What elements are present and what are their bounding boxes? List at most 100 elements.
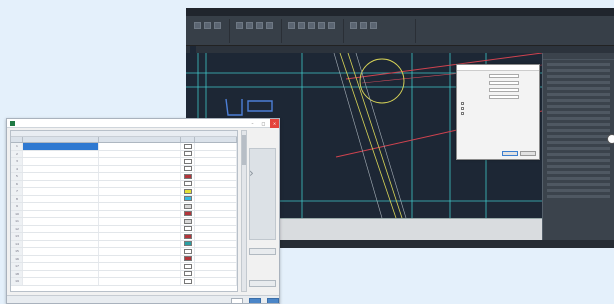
name-cell[interactable] <box>23 143 99 150</box>
linetype-cell[interactable] <box>195 270 237 277</box>
table-row[interactable]: 16 <box>11 255 237 263</box>
linetype-cell[interactable] <box>195 210 237 217</box>
value-cell[interactable] <box>99 255 181 262</box>
table-row[interactable]: 1 <box>11 143 237 151</box>
column-header[interactable] <box>23 137 99 142</box>
name-cell[interactable] <box>23 270 99 277</box>
value-cell[interactable] <box>99 278 181 285</box>
color-cell[interactable] <box>181 270 195 277</box>
color-swatch[interactable] <box>184 181 192 187</box>
value-cell[interactable] <box>99 210 181 217</box>
color-swatch[interactable] <box>184 188 192 194</box>
value-cell[interactable] <box>99 195 181 202</box>
value-cell[interactable] <box>99 188 181 195</box>
palette-row[interactable] <box>547 141 610 144</box>
value-cell[interactable] <box>99 143 181 150</box>
color-cell[interactable] <box>181 173 195 180</box>
linetype-cell[interactable] <box>195 225 237 232</box>
name-cell[interactable] <box>23 165 99 172</box>
color-swatch[interactable] <box>184 233 192 239</box>
color-swatch[interactable] <box>184 173 192 179</box>
palette-row[interactable] <box>547 123 610 126</box>
name-cell[interactable] <box>23 248 99 255</box>
row-number[interactable]: 12 <box>11 225 23 232</box>
color-cell[interactable] <box>181 158 195 165</box>
linetype-cell[interactable] <box>195 278 237 285</box>
color-cell[interactable] <box>181 240 195 247</box>
linetype-cell[interactable] <box>195 233 237 240</box>
table-row[interactable]: 7 <box>11 188 237 196</box>
ribbon-tool-icon[interactable] <box>298 22 305 29</box>
row-number[interactable]: 17 <box>11 263 23 270</box>
color-swatch[interactable] <box>184 248 192 254</box>
row-number[interactable]: 4 <box>11 165 23 172</box>
table-row[interactable]: 14 <box>11 240 237 248</box>
palette-row[interactable] <box>547 63 610 66</box>
dialog-checkbox[interactable] <box>461 107 535 110</box>
palette-row[interactable] <box>547 87 610 90</box>
color-swatch[interactable] <box>184 166 192 172</box>
row-number[interactable]: 18 <box>11 270 23 277</box>
color-cell[interactable] <box>181 248 195 255</box>
palette-row[interactable] <box>547 165 610 168</box>
linetype-cell[interactable] <box>195 240 237 247</box>
color-swatch[interactable] <box>184 256 192 262</box>
linetype-cell[interactable] <box>195 158 237 165</box>
name-cell[interactable] <box>23 180 99 187</box>
linetype-cell[interactable] <box>195 173 237 180</box>
row-number[interactable]: 6 <box>11 180 23 187</box>
table-row[interactable]: 2 <box>11 150 237 158</box>
value-cell[interactable] <box>99 248 181 255</box>
table-row[interactable]: 5 <box>11 173 237 181</box>
color-cell[interactable] <box>181 255 195 262</box>
palette-row[interactable] <box>547 195 610 198</box>
name-cell[interactable] <box>23 158 99 165</box>
table-row[interactable]: 6 <box>11 180 237 188</box>
row-number[interactable]: 8 <box>11 195 23 202</box>
row-number[interactable]: 13 <box>11 233 23 240</box>
color-swatch[interactable] <box>184 151 192 157</box>
table-row[interactable]: 9 <box>11 203 237 211</box>
dialog-field[interactable] <box>489 88 519 92</box>
linetype-cell[interactable] <box>195 203 237 210</box>
row-number[interactable]: 16 <box>11 255 23 262</box>
table-row[interactable]: 13 <box>11 233 237 241</box>
name-cell[interactable] <box>23 240 99 247</box>
color-cell[interactable] <box>181 195 195 202</box>
name-cell[interactable] <box>23 188 99 195</box>
table-row[interactable]: 18 <box>11 270 237 278</box>
palette-row[interactable] <box>547 117 610 120</box>
column-header[interactable] <box>181 137 195 142</box>
ribbon-tool-icon[interactable] <box>204 22 211 29</box>
value-cell[interactable] <box>99 225 181 232</box>
checkbox-icon[interactable] <box>461 102 464 105</box>
linetype-cell[interactable] <box>195 143 237 150</box>
color-cell[interactable] <box>181 225 195 232</box>
value-cell[interactable] <box>99 233 181 240</box>
cancel-button[interactable] <box>520 151 536 156</box>
checkbox-icon[interactable] <box>461 112 464 115</box>
palette-row[interactable] <box>547 99 610 102</box>
value-cell[interactable] <box>99 165 181 172</box>
row-number[interactable]: 3 <box>11 158 23 165</box>
name-cell[interactable] <box>23 150 99 157</box>
color-cell[interactable] <box>181 188 195 195</box>
color-swatch[interactable] <box>184 263 192 269</box>
color-cell[interactable] <box>181 263 195 270</box>
table-row[interactable]: 12 <box>11 225 237 233</box>
row-number[interactable]: 7 <box>11 188 23 195</box>
value-cell[interactable] <box>99 180 181 187</box>
command-line[interactable] <box>274 218 542 240</box>
linetype-cell[interactable] <box>195 165 237 172</box>
name-cell[interactable] <box>23 255 99 262</box>
ribbon-tool-icon[interactable] <box>328 22 335 29</box>
row-number[interactable]: 5 <box>11 173 23 180</box>
row-number[interactable]: 1 <box>11 143 23 150</box>
palette-row[interactable] <box>547 75 610 78</box>
table-row[interactable]: 10 <box>11 210 237 218</box>
palette-row[interactable] <box>547 159 610 162</box>
ribbon-tool-icon[interactable] <box>308 22 315 29</box>
color-cell[interactable] <box>181 278 195 285</box>
ok-button[interactable] <box>502 151 518 156</box>
table-row[interactable]: 4 <box>11 165 237 173</box>
